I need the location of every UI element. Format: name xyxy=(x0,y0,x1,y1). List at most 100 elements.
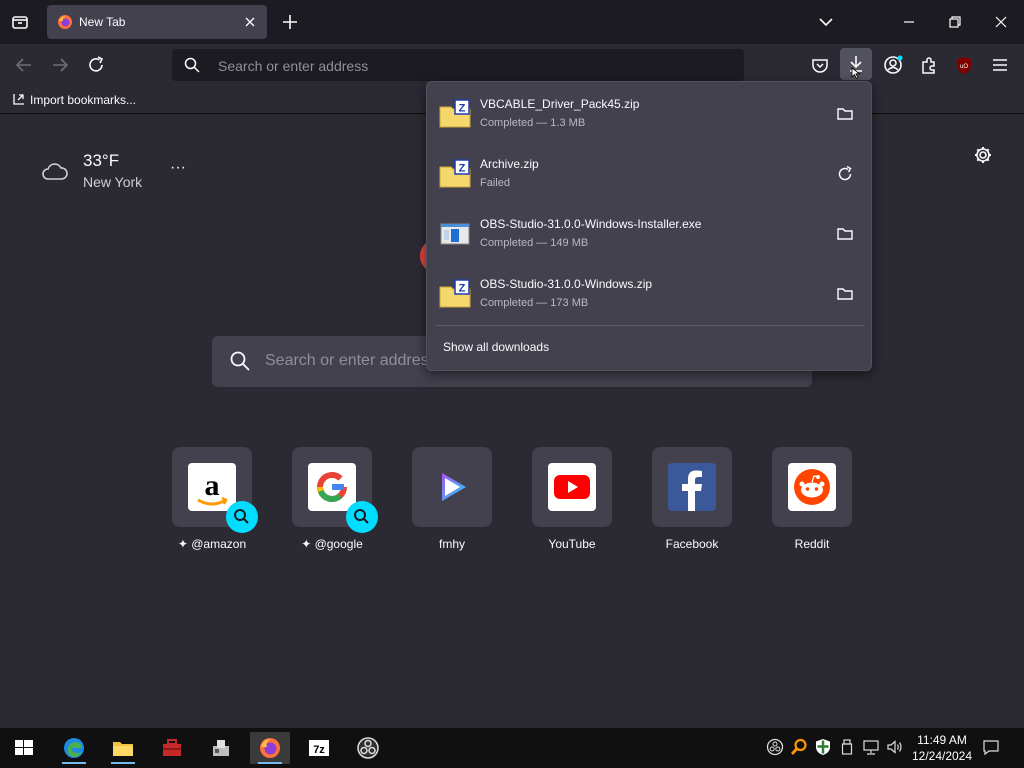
svg-text:7z: 7z xyxy=(313,744,325,756)
firefox-icon xyxy=(57,14,73,30)
import-bookmarks-link[interactable]: Import bookmarks... xyxy=(12,92,136,107)
zip-file-icon: Z xyxy=(439,278,471,310)
installer-file-icon xyxy=(439,218,471,250)
reload-icon[interactable] xyxy=(85,54,107,76)
download-filename: OBS-Studio-31.0.0-Windows-Installer.exe xyxy=(480,217,702,231)
title-bar: New Tab xyxy=(0,0,1024,44)
download-filename: Archive.zip xyxy=(480,157,539,171)
extensions-icon[interactable] xyxy=(918,54,940,76)
gear-icon[interactable] xyxy=(973,145,993,165)
account-icon[interactable] xyxy=(882,54,904,76)
chevron-down-icon[interactable] xyxy=(814,10,838,34)
search-tray-icon[interactable] xyxy=(790,738,808,756)
folder-icon[interactable] xyxy=(835,104,855,124)
edge-icon[interactable] xyxy=(54,732,94,764)
folder-icon[interactable] xyxy=(835,284,855,304)
menu-icon[interactable] xyxy=(989,54,1011,76)
shortcut-youtube[interactable]: YouTube xyxy=(512,447,632,557)
shortcut-tile[interactable] xyxy=(772,447,852,527)
shortcut-google[interactable]: ✦ @google xyxy=(272,447,392,557)
svg-text:a: a xyxy=(205,469,220,502)
running-indicator xyxy=(62,762,86,764)
download-item[interactable]: OBS-Studio-31.0.0-Windows-Installer.exe … xyxy=(435,206,865,264)
running-indicator xyxy=(111,762,135,764)
folder-icon[interactable] xyxy=(835,224,855,244)
list-all-tabs-icon[interactable] xyxy=(8,10,32,34)
tab-title: New Tab xyxy=(79,15,126,29)
divider xyxy=(435,325,865,326)
window-close-icon[interactable] xyxy=(989,10,1013,34)
shortcut-label: Reddit xyxy=(794,537,830,551)
shortcut-tile[interactable] xyxy=(412,447,492,527)
zip-file-icon: Z xyxy=(439,158,471,190)
download-filename: OBS-Studio-31.0.0-Windows.zip xyxy=(480,277,653,291)
shortcut-label: ✦ @amazon xyxy=(177,537,247,551)
pocket-icon[interactable] xyxy=(809,54,831,76)
youtube-logo-icon xyxy=(548,463,596,511)
firefox-taskbar-icon[interactable] xyxy=(250,732,290,764)
search-icon xyxy=(184,57,200,73)
download-item[interactable]: Z Archive.zip Failed xyxy=(435,146,865,204)
installer-app-icon[interactable] xyxy=(201,732,241,764)
weather-city: New York xyxy=(83,174,143,190)
svg-text:Z: Z xyxy=(459,163,466,175)
svg-text:Z: Z xyxy=(459,103,466,115)
shortcut-label: fmhy xyxy=(438,537,465,551)
ublock-origin-icon[interactable]: uO xyxy=(953,54,975,76)
7zip-icon[interactable]: 7z xyxy=(299,732,339,764)
shortcut-reddit[interactable]: Reddit xyxy=(752,447,872,557)
download-item[interactable]: Z VBCABLE_Driver_Pack45.zip Completed — … xyxy=(435,86,865,144)
back-icon[interactable] xyxy=(13,54,35,76)
download-status: Completed — 149 MB xyxy=(480,237,589,249)
new-tab-button[interactable] xyxy=(280,12,300,32)
zip-file-icon: Z xyxy=(439,98,471,130)
import-bookmarks-label: Import bookmarks... xyxy=(30,93,137,107)
download-status: Completed — 1.3 MB xyxy=(480,117,586,129)
notification-center-icon[interactable] xyxy=(982,738,1000,756)
running-indicator xyxy=(258,762,282,764)
retry-icon[interactable] xyxy=(835,164,855,184)
network-icon[interactable] xyxy=(862,738,880,756)
restore-icon[interactable] xyxy=(943,10,967,34)
shortcut-tile[interactable] xyxy=(652,447,732,527)
toolbox-app-icon[interactable] xyxy=(152,732,192,764)
shortcut-label: Facebook xyxy=(665,537,719,551)
obs-icon[interactable] xyxy=(348,732,388,764)
download-item[interactable]: Z OBS-Studio-31.0.0-Windows.zip Complete… xyxy=(435,266,865,324)
security-shield-icon[interactable] xyxy=(814,738,832,756)
download-status: Completed — 173 MB xyxy=(480,297,589,309)
svg-text:Z: Z xyxy=(459,283,466,295)
shortcut-label: YouTube xyxy=(548,537,596,551)
obs-tray-icon[interactable] xyxy=(766,738,784,756)
svg-text:uO: uO xyxy=(960,64,968,70)
downloads-panel: Z VBCABLE_Driver_Pack45.zip Completed — … xyxy=(426,81,872,371)
newtab-search-placeholder: Search or enter address xyxy=(265,352,437,369)
download-filename: VBCABLE_Driver_Pack45.zip xyxy=(480,97,640,111)
forward-icon[interactable] xyxy=(49,54,71,76)
downloads-button[interactable] xyxy=(840,48,872,80)
shortcut-tile[interactable] xyxy=(532,447,612,527)
shortcut-label: ✦ @google xyxy=(301,537,363,551)
shortcut-amazon[interactable]: a ✦ @amazon xyxy=(152,447,272,557)
shortcut-facebook[interactable]: Facebook xyxy=(632,447,752,557)
cloud-icon xyxy=(40,159,70,183)
url-bar[interactable]: Search or enter address xyxy=(172,49,744,81)
weather-more-button[interactable]: ··· xyxy=(170,159,186,177)
windows-start-icon[interactable] xyxy=(4,732,44,764)
minimize-icon[interactable] xyxy=(897,10,921,34)
fmhy-logo-icon xyxy=(428,463,476,511)
show-all-downloads-button[interactable]: Show all downloads xyxy=(443,340,549,354)
url-placeholder: Search or enter address xyxy=(218,58,369,74)
search-icon xyxy=(230,351,250,371)
volume-icon[interactable] xyxy=(886,738,904,756)
taskbar: 7z 11:49 AM 12/24/2024 xyxy=(0,728,1024,768)
facebook-logo-icon xyxy=(668,463,716,511)
clock-time: 11:49 AM xyxy=(917,733,967,747)
tab-new-tab[interactable]: New Tab xyxy=(47,5,267,39)
file-explorer-icon[interactable] xyxy=(103,732,143,764)
close-icon[interactable] xyxy=(241,13,259,31)
navigation-bar: Search or enter address uO xyxy=(0,44,1024,86)
shortcut-fmhy[interactable]: fmhy xyxy=(392,447,512,557)
usb-device-icon[interactable] xyxy=(838,738,856,756)
system-clock[interactable]: 11:49 AM 12/24/2024 xyxy=(906,732,978,764)
